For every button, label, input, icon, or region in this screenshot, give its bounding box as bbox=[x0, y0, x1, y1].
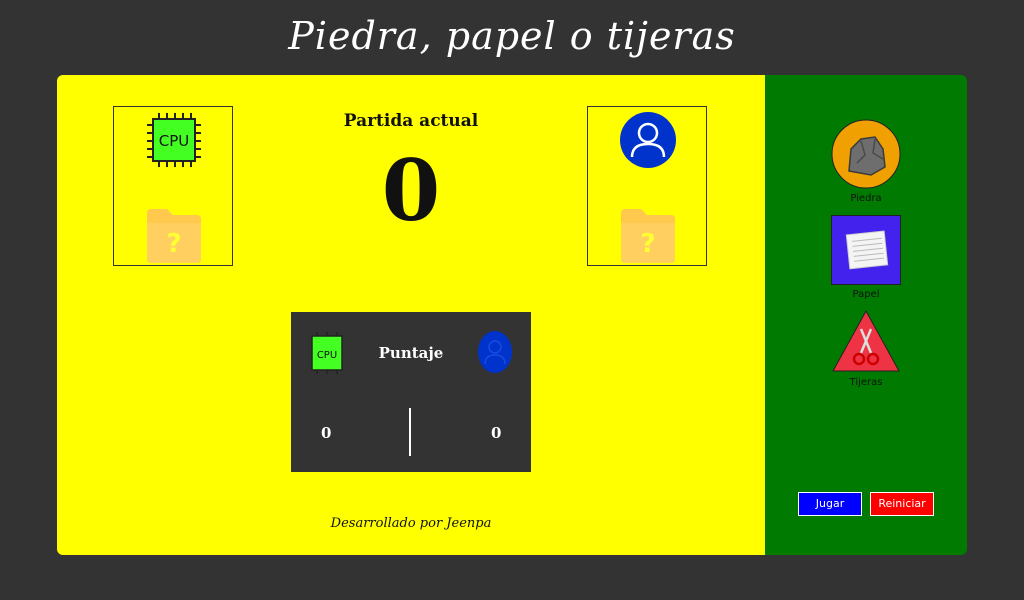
match-count: 0 bbox=[381, 141, 441, 240]
cpu-panel: CPU ? bbox=[113, 106, 233, 266]
scissors-icon bbox=[832, 309, 900, 372]
choice-rock-label: Piedra bbox=[850, 193, 882, 204]
cpu-hidden-choice-icon: ? bbox=[147, 209, 201, 263]
user-score: 0 bbox=[491, 424, 502, 442]
score-title: Puntaje bbox=[378, 344, 444, 362]
match-label: Partida actual bbox=[343, 111, 479, 131]
paper-icon bbox=[831, 215, 901, 285]
cpu-score: 0 bbox=[321, 424, 332, 442]
choice-scissors[interactable]: Tijeras bbox=[829, 309, 903, 388]
footer-credit: Desarrollado por Jeenpa bbox=[330, 516, 492, 531]
cpu-chip-icon: CPU bbox=[147, 113, 201, 167]
rock-icon bbox=[831, 119, 901, 189]
choice-paper-label: Papel bbox=[852, 289, 880, 300]
cpu-chip-label: CPU bbox=[159, 132, 190, 150]
score-divider bbox=[409, 408, 411, 456]
play-button[interactable]: Jugar bbox=[798, 492, 862, 516]
score-cpu-chip-label: CPU bbox=[317, 350, 337, 361]
game-title: Piedra, papel o tijeras bbox=[288, 14, 736, 58]
play-area: CPU ? Partida actual 0 ? CPU Puntaje 0 0… bbox=[57, 75, 765, 555]
cpu-hidden-choice-mark: ? bbox=[166, 229, 181, 259]
choice-paper[interactable]: Papel bbox=[829, 215, 903, 300]
choice-rock[interactable]: Piedra bbox=[829, 119, 903, 204]
scoreboard: CPU Puntaje 0 0 bbox=[291, 312, 531, 472]
user-avatar-icon bbox=[620, 112, 676, 168]
user-panel: ? bbox=[587, 106, 707, 266]
choice-scissors-label: Tijeras bbox=[849, 377, 883, 388]
user-hidden-choice-mark: ? bbox=[640, 229, 655, 259]
reset-button[interactable]: Reiniciar bbox=[870, 492, 934, 516]
user-hidden-choice-icon: ? bbox=[621, 209, 675, 263]
game-board: CPU ? Partida actual 0 ? CPU Puntaje 0 0… bbox=[57, 75, 967, 555]
score-user-icon bbox=[478, 331, 512, 373]
choice-panel: Piedra Papel Tijeras Jugar Reiniciar bbox=[765, 75, 967, 555]
score-cpu-icon: CPU bbox=[311, 332, 343, 374]
